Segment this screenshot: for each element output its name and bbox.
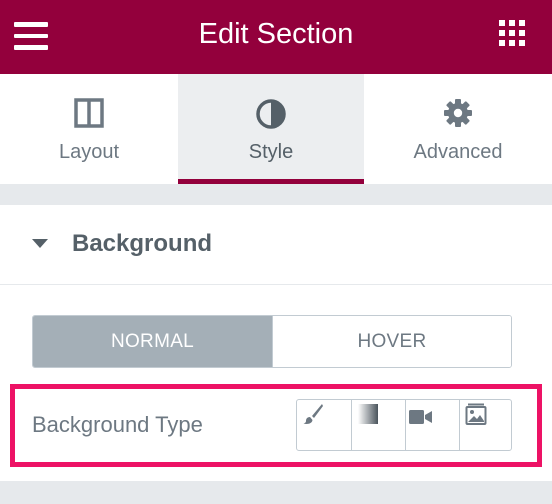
- background-section-toggle[interactable]: Background: [0, 205, 552, 285]
- editor-tabs: Layout Style Advanced: [0, 74, 552, 184]
- section-title: Background: [72, 230, 213, 257]
- panel-title: Edit Section: [198, 18, 354, 50]
- section-divider-bottom: [0, 481, 552, 504]
- background-video-button[interactable]: [405, 400, 459, 450]
- background-section: Background NORMAL HOVER Background Type: [0, 205, 552, 481]
- tab-layout-label: Layout: [58, 141, 120, 163]
- tab-style[interactable]: Style: [178, 74, 364, 184]
- tab-layout[interactable]: Layout: [0, 74, 178, 184]
- background-gradient-button[interactable]: [351, 400, 405, 450]
- section-divider: [0, 184, 552, 205]
- background-type-choices: [296, 399, 512, 451]
- background-classic-button[interactable]: [297, 400, 351, 450]
- state-tabs: NORMAL HOVER: [32, 315, 512, 368]
- tab-normal[interactable]: NORMAL: [33, 316, 272, 367]
- tab-hover[interactable]: HOVER: [272, 316, 511, 367]
- tab-style-label: Style: [248, 141, 294, 163]
- gear-icon: [443, 98, 473, 133]
- panel-header: Edit Section: [0, 0, 552, 74]
- grid-apps-icon[interactable]: [499, 20, 525, 46]
- caret-down-icon: [32, 239, 48, 248]
- background-type-label: Background Type: [32, 412, 203, 437]
- columns-layout-icon: [74, 98, 104, 133]
- half-circle-contrast-icon: [255, 98, 287, 135]
- tab-advanced-label: Advanced: [413, 141, 503, 163]
- tab-advanced[interactable]: Advanced: [364, 74, 552, 184]
- background-slideshow-button[interactable]: [459, 400, 511, 450]
